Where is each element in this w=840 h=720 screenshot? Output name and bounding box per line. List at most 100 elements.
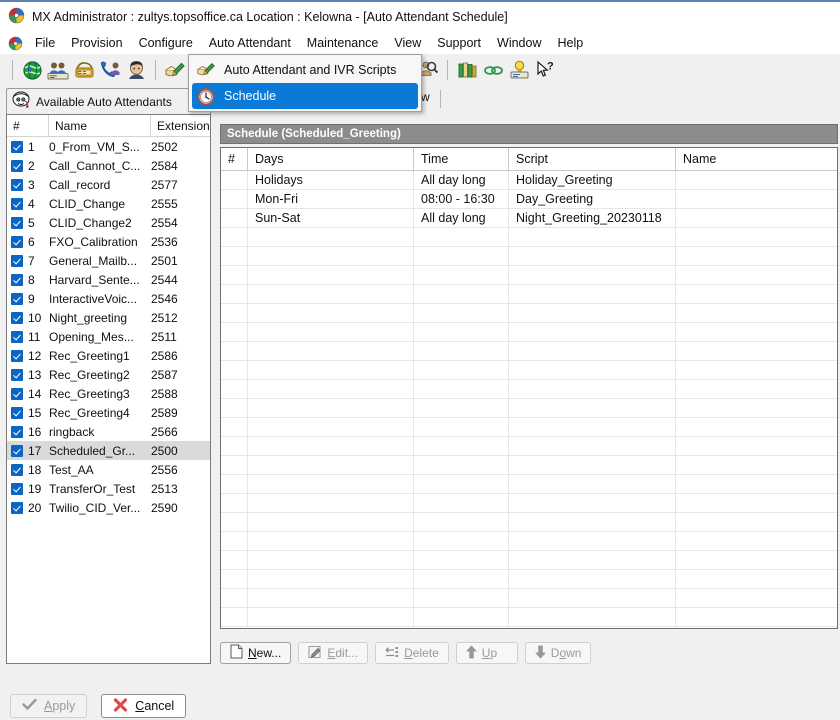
help-pointer-icon[interactable]: ? xyxy=(532,57,558,83)
menu-auto-attendant[interactable]: Auto Attendant xyxy=(200,34,299,52)
auto-attendant-row[interactable]: 10 Night_greeting 2512 xyxy=(7,308,210,327)
schedule-empty-row[interactable] xyxy=(221,456,837,475)
books-icon[interactable] xyxy=(454,57,480,83)
cancel-button[interactable]: Cancel xyxy=(101,694,187,718)
auto-attendant-row[interactable]: 12 Rec_Greeting1 2586 xyxy=(7,346,210,365)
enabled-checkbox[interactable] xyxy=(11,216,23,229)
menu-file[interactable]: File xyxy=(27,34,63,52)
auto-attendant-row[interactable]: 2 Call_Cannot_C... 2584 xyxy=(7,156,210,175)
schedule-empty-row[interactable] xyxy=(221,494,837,513)
auto-attendant-row[interactable]: 14 Rec_Greeting3 2588 xyxy=(7,384,210,403)
schedule-empty-row[interactable] xyxy=(221,304,837,323)
enabled-checkbox[interactable] xyxy=(11,235,23,248)
available-auto-attendants-list[interactable]: # Name Extension 1 0_From_VM_S... 2502 2 Cal… xyxy=(6,114,211,664)
apply-button[interactable]: Apply xyxy=(10,694,88,718)
schedule-empty-row[interactable] xyxy=(221,361,837,380)
phone-icon[interactable] xyxy=(71,57,97,83)
schedule-row[interactable]: Mon-Fri 08:00 - 16:30 Day_Greeting xyxy=(221,190,837,209)
schedule-empty-row[interactable] xyxy=(221,532,837,551)
enabled-checkbox[interactable] xyxy=(11,254,23,267)
menu-configure[interactable]: Configure xyxy=(131,34,201,52)
enabled-checkbox[interactable] xyxy=(11,197,23,210)
aa-col-number[interactable]: # xyxy=(7,115,49,136)
enabled-checkbox[interactable] xyxy=(11,444,23,457)
menu-support[interactable]: Support xyxy=(429,34,489,52)
enabled-checkbox[interactable] xyxy=(11,292,23,305)
up-button[interactable]: Up xyxy=(455,642,518,664)
schedule-row[interactable]: Sun-Sat All day long Night_Greeting_202301… xyxy=(221,209,837,228)
schedule-empty-row[interactable] xyxy=(221,380,837,399)
schedule-empty-row[interactable] xyxy=(221,608,837,627)
enabled-checkbox[interactable] xyxy=(11,463,23,476)
contact-icon[interactable] xyxy=(123,57,149,83)
menu-window[interactable]: Window xyxy=(489,34,549,52)
schedule-empty-row[interactable] xyxy=(221,285,837,304)
schedule-col-number[interactable]: # xyxy=(221,148,248,170)
schedule-empty-row[interactable] xyxy=(221,513,837,532)
menu-help[interactable]: Help xyxy=(550,34,592,52)
schedule-empty-row[interactable] xyxy=(221,437,837,456)
schedule-row[interactable]: Holidays All day long Holiday_Greeting xyxy=(221,171,837,190)
schedule-empty-row[interactable] xyxy=(221,418,837,437)
schedule-empty-row[interactable] xyxy=(221,399,837,418)
auto-attendant-row[interactable]: 17 Scheduled_Gr... 2500 xyxy=(7,441,210,460)
menu-maintenance[interactable]: Maintenance xyxy=(299,34,387,52)
aa-col-extension[interactable]: Extension xyxy=(151,115,210,136)
enabled-checkbox[interactable] xyxy=(11,140,23,153)
enabled-checkbox[interactable] xyxy=(11,311,23,324)
schedule-empty-row[interactable] xyxy=(221,266,837,285)
enabled-checkbox[interactable] xyxy=(11,330,23,343)
schedule-grid[interactable]: # Days Time Script Name Holidays All day … xyxy=(220,147,838,629)
schedule-col-days[interactable]: Days xyxy=(248,148,414,170)
auto-attendant-row[interactable]: 3 Call_record 2577 xyxy=(7,175,210,194)
schedule-empty-row[interactable] xyxy=(221,247,837,266)
auto-attendant-row[interactable]: 18 Test_AA 2556 xyxy=(7,460,210,479)
auto-attendant-row[interactable]: 8 Harvard_Sente... 2544 xyxy=(7,270,210,289)
menu-provision[interactable]: Provision xyxy=(63,34,130,52)
auto-attendant-row[interactable]: 6 FXO_Calibration 2536 xyxy=(7,232,210,251)
auto-attendant-row[interactable]: 4 CLID_Change 2555 xyxy=(7,194,210,213)
schedule-empty-row[interactable] xyxy=(221,551,837,570)
schedule-empty-row[interactable] xyxy=(221,475,837,494)
auto-attendant-row[interactable]: 7 General_Mailb... 2501 xyxy=(7,251,210,270)
auto-attendant-row[interactable]: 9 InteractiveVoic... 2546 xyxy=(7,289,210,308)
link-icon[interactable] xyxy=(480,57,506,83)
enabled-checkbox[interactable] xyxy=(11,178,23,191)
auto-attendant-row[interactable]: 11 Opening_Mes... 2511 xyxy=(7,327,210,346)
edit-button[interactable]: Edit... xyxy=(298,642,369,664)
enabled-checkbox[interactable] xyxy=(11,425,23,438)
schedule-col-script[interactable]: Script xyxy=(509,148,676,170)
enabled-checkbox[interactable] xyxy=(11,387,23,400)
schedule-col-time[interactable]: Time xyxy=(414,148,509,170)
schedule-empty-row[interactable] xyxy=(221,342,837,361)
schedule-empty-row[interactable] xyxy=(221,589,837,608)
enabled-checkbox[interactable] xyxy=(11,406,23,419)
aa-col-name[interactable]: Name xyxy=(49,115,151,136)
enabled-checkbox[interactable] xyxy=(11,368,23,381)
users-icon[interactable] xyxy=(45,57,71,83)
auto-attendant-dropdown-menu[interactable]: Auto Attendant and IVR Scripts Schedule xyxy=(188,54,422,112)
down-button[interactable]: Down xyxy=(524,642,592,664)
call-transfer-icon[interactable] xyxy=(97,57,123,83)
schedule-col-name[interactable]: Name xyxy=(676,148,837,170)
menu-item-schedule[interactable]: Schedule xyxy=(192,83,418,109)
schedule-empty-row[interactable] xyxy=(221,323,837,342)
new-button[interactable]: New... xyxy=(220,642,292,664)
auto-attendant-row[interactable]: 15 Rec_Greeting4 2589 xyxy=(7,403,210,422)
auto-attendant-icon[interactable] xyxy=(162,57,188,83)
menu-item-auto-attendant-and-ivr-scripts[interactable]: Auto Attendant and IVR Scripts xyxy=(189,57,421,83)
auto-attendant-row[interactable]: 5 CLID_Change2 2554 xyxy=(7,213,210,232)
globe-icon[interactable] xyxy=(19,57,45,83)
hint-icon[interactable] xyxy=(506,57,532,83)
menu-view[interactable]: View xyxy=(386,34,429,52)
auto-attendant-row[interactable]: 19 TransferOr_Test 2513 xyxy=(7,479,210,498)
auto-attendant-row[interactable]: 1 0_From_VM_S... 2502 xyxy=(7,137,210,156)
enabled-checkbox[interactable] xyxy=(11,273,23,286)
enabled-checkbox[interactable] xyxy=(11,482,23,495)
enabled-checkbox[interactable] xyxy=(11,159,23,172)
auto-attendant-row[interactable]: 16 ringback 2566 xyxy=(7,422,210,441)
schedule-empty-row[interactable] xyxy=(221,570,837,589)
schedule-empty-row[interactable] xyxy=(221,228,837,247)
available-auto-attendants-tab[interactable]: Available Auto Attendants xyxy=(6,88,211,114)
enabled-checkbox[interactable] xyxy=(11,349,23,362)
